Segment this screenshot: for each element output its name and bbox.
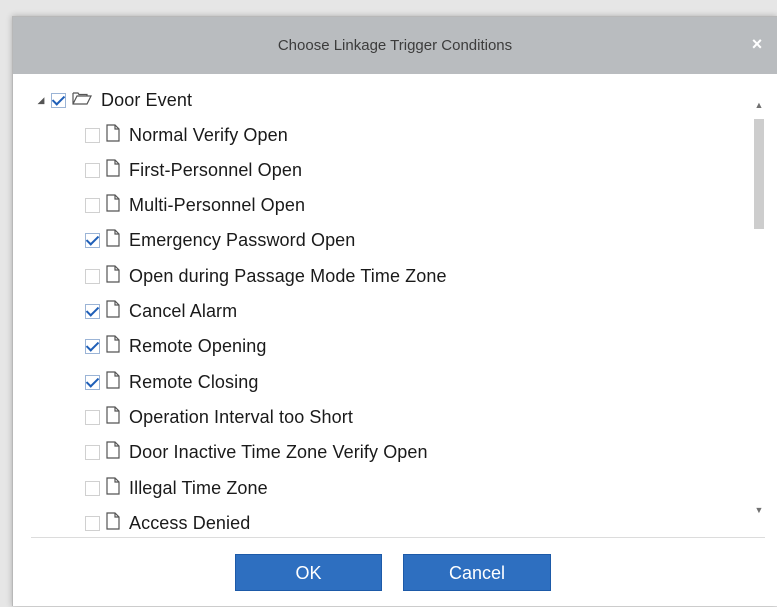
tree-item-label: Cancel Alarm	[129, 301, 238, 321]
tree-item-checkbox[interactable]	[85, 127, 100, 143]
tree-root-label: Door Event	[101, 89, 193, 110]
tree-item-checkbox[interactable]	[85, 339, 100, 355]
tree-container: ◢ Door Event Normal Verify Open First-Per…	[13, 74, 777, 537]
tree-item[interactable]: First-Personnel Open	[85, 158, 302, 182]
tree-item-checkbox[interactable]	[85, 515, 100, 531]
tree-item-checkbox[interactable]	[85, 162, 100, 178]
tree-item-label: Operation Interval too Short	[129, 406, 353, 427]
tree-item[interactable]: Access Denied	[85, 511, 250, 535]
tree-item-label: Access Denied	[129, 512, 251, 533]
tree-item[interactable]: Remote Closing	[85, 370, 258, 394]
scroll-down-icon[interactable]: ▼	[751, 502, 767, 518]
file-icon	[106, 229, 120, 252]
tree-item[interactable]: Remote Opening	[85, 335, 266, 359]
file-icon	[106, 194, 120, 217]
tree-item-checkbox[interactable]	[85, 409, 100, 425]
tree-item-checkbox[interactable]	[85, 445, 100, 461]
tree-item-label: Open during Passage Mode Time Zone	[129, 265, 447, 286]
tree-item-checkbox[interactable]	[85, 268, 100, 284]
tree-item[interactable]: Multi-Personnel Open	[85, 194, 305, 218]
tree-item-label: Multi-Personnel Open	[129, 195, 306, 216]
tree-item-checkbox[interactable]	[85, 374, 100, 390]
tree-item[interactable]: Emergency Password Open	[85, 229, 355, 253]
tree-item-label: Remote Closing	[129, 371, 259, 392]
scroll-thumb[interactable]	[754, 119, 764, 229]
dialog-footer: OK Cancel	[13, 538, 777, 607]
file-icon	[106, 512, 120, 535]
tree-item[interactable]: Door Inactive Time Zone Verify Open	[85, 441, 428, 465]
tree-item-label: Door Inactive Time Zone Verify Open	[129, 442, 428, 463]
tree-item-label: Normal Verify Open	[129, 124, 288, 145]
tree-item[interactable]: Illegal Time Zone	[85, 476, 268, 500]
file-icon	[106, 123, 120, 147]
file-icon	[106, 441, 120, 464]
tree-item-checkbox[interactable]	[85, 233, 100, 249]
tree-item-label: Emergency Password Open	[129, 230, 356, 251]
dialog-title: Choose Linkage Trigger Conditions	[277, 37, 513, 54]
file-icon	[106, 159, 120, 182]
linkage-trigger-dialog: Choose Linkage Trigger Conditions × ◢ Do…	[12, 16, 777, 606]
tree-item[interactable]: Operation Interval too Short	[85, 405, 353, 429]
tree-root-door-event[interactable]: ◢ Door Event	[35, 88, 192, 112]
file-icon	[106, 406, 120, 429]
expand-triangle-icon[interactable]: ◢	[35, 88, 47, 112]
file-icon	[106, 335, 120, 358]
dialog-titlebar: Choose Linkage Trigger Conditions ×	[13, 17, 777, 74]
tree-item-label: First-Personnel Open	[129, 159, 303, 180]
file-icon	[106, 476, 120, 500]
vertical-scrollbar[interactable]: ▲ ▼	[751, 97, 767, 518]
tree-item[interactable]: Normal Verify Open	[85, 123, 288, 147]
tree-item[interactable]: Open during Passage Mode Time Zone	[85, 264, 447, 288]
scroll-up-icon[interactable]: ▲	[751, 97, 767, 113]
file-icon	[106, 370, 120, 394]
ok-button[interactable]: OK	[235, 554, 382, 591]
folder-open-icon	[72, 90, 92, 111]
file-icon	[106, 265, 120, 288]
root-checkbox[interactable]	[51, 92, 66, 108]
tree-item-checkbox[interactable]	[85, 198, 100, 214]
cancel-button[interactable]: Cancel	[403, 554, 551, 591]
tree-item-label: Remote Opening	[129, 336, 267, 357]
tree-item[interactable]: Cancel Alarm	[85, 300, 237, 324]
tree-item-label: Illegal Time Zone	[129, 477, 268, 498]
tree-item-checkbox[interactable]	[85, 480, 100, 496]
tree-item-checkbox[interactable]	[85, 304, 100, 319]
file-icon	[106, 300, 120, 323]
close-icon[interactable]: ×	[747, 34, 767, 54]
